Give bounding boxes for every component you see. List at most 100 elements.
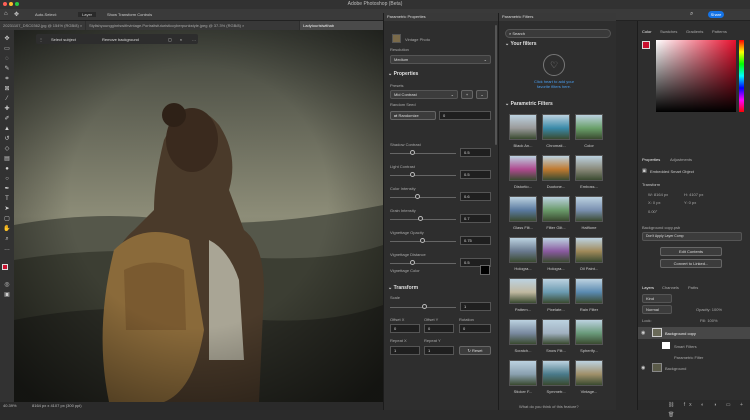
repeat-x-input[interactable]: 1 — [390, 346, 420, 355]
seed-input[interactable]: 0 — [439, 111, 491, 120]
panel-scrollbar[interactable] — [495, 25, 497, 145]
canvas-image[interactable] — [14, 30, 383, 402]
eye-icon[interactable]: ◉ — [641, 365, 645, 371]
offset-y-input[interactable]: 0 — [424, 324, 454, 333]
move-icon[interactable]: ✥ — [3, 36, 11, 42]
slider-knob[interactable] — [418, 216, 424, 221]
filter-label[interactable]: Snow Filt... — [540, 348, 572, 353]
convert-linked-button[interactable]: Convert to Linked... — [660, 259, 722, 268]
tab-channels[interactable]: Channels — [662, 285, 679, 290]
filter-thumbnail[interactable] — [509, 278, 537, 304]
quick-mask-icon[interactable]: ◎ — [3, 282, 11, 288]
zoom-level[interactable]: 40.39% — [3, 402, 17, 410]
doc-tab-active[interactable]: Ladytouristwithab — [300, 21, 383, 30]
search-icon[interactable]: ⌕ — [690, 11, 693, 18]
remove-background-button[interactable]: Remove background — [102, 37, 139, 42]
filter-label[interactable]: Hologra... — [507, 266, 539, 271]
gradient-icon[interactable]: ▤ — [3, 156, 11, 162]
filter-label[interactable]: Spherify... — [573, 348, 605, 353]
filter-thumbnail[interactable] — [542, 278, 570, 304]
frame-icon[interactable]: ⊠ — [3, 86, 11, 92]
filter-label[interactable]: Symmetr... — [540, 389, 572, 394]
tab-properties[interactable]: Properties — [642, 157, 660, 162]
add-preset-button[interactable]: + — [461, 90, 473, 99]
lasso-icon[interactable]: ◌ — [3, 56, 11, 62]
quick-select-icon[interactable]: ✎ — [3, 66, 11, 72]
feedback-link[interactable]: What do you think of this feature? — [519, 404, 579, 409]
layer-name[interactable]: Background copy — [665, 331, 696, 336]
filter-thumbnail[interactable] — [542, 360, 570, 386]
filter-thumbnail[interactable] — [509, 155, 537, 181]
filter-thumbnail[interactable] — [575, 319, 603, 345]
edit-contents-button[interactable]: Edit Contents — [660, 247, 722, 256]
marquee-icon[interactable]: ▭ — [3, 46, 11, 52]
filter-thumbnail[interactable] — [509, 196, 537, 222]
auto-select-label[interactable]: Auto-Select: — [35, 12, 57, 17]
share-button[interactable]: Share — [708, 11, 724, 18]
more-tools-icon[interactable]: … — [3, 246, 11, 252]
scale-input[interactable]: 1 — [460, 302, 491, 311]
ellipsis-icon[interactable]: … — [192, 37, 196, 42]
tab-swatches[interactable]: Swatches — [660, 29, 677, 34]
dodge-icon[interactable]: ○ — [3, 176, 11, 182]
slider-track[interactable] — [390, 263, 456, 264]
filter-label[interactable]: Duotone... — [540, 184, 572, 189]
slider-knob[interactable] — [420, 238, 426, 243]
tab-gradients[interactable]: Gradients — [686, 29, 703, 34]
filter-label[interactable]: Vintage... — [573, 389, 605, 394]
filter-label[interactable]: Filter Glit... — [540, 225, 572, 230]
parametric-filter-label[interactable]: Parametric Filter — [674, 355, 703, 360]
tab-paths[interactable]: Paths — [688, 285, 698, 290]
more-options-icon[interactable]: ▢ — [168, 37, 172, 42]
h-value[interactable]: H: 4107 px — [684, 192, 703, 197]
filter-label[interactable]: Hologra... — [540, 266, 572, 271]
screen-mode-icon[interactable]: ▣ — [3, 292, 11, 298]
eye-icon[interactable]: ◉ — [641, 330, 645, 336]
repeat-y-input[interactable]: 1 — [424, 346, 454, 355]
your-filters-section[interactable]: ⌄ Your filters — [505, 41, 537, 47]
type-icon[interactable]: T — [3, 196, 11, 202]
slider-track[interactable] — [390, 153, 456, 154]
filter-thumbnail[interactable] — [542, 237, 570, 263]
randomize-button[interactable]: ⇄ Randomize — [390, 111, 436, 120]
fg-color-swatch[interactable] — [642, 41, 650, 49]
slider-value-input[interactable]: 0.75 — [460, 236, 491, 245]
filter-thumbnail[interactable] — [509, 360, 537, 386]
slider-track[interactable] — [390, 175, 456, 176]
layer-select[interactable]: Layer — [78, 12, 97, 17]
pen-icon[interactable]: ✒ — [3, 186, 11, 192]
filter-label[interactable]: Black An... — [507, 143, 539, 148]
preset-menu-button[interactable]: ⌄ — [476, 90, 488, 99]
zoom-icon[interactable]: ⌕ — [3, 236, 11, 242]
slider-value-input[interactable]: 0.5 — [460, 170, 491, 179]
tab-color[interactable]: Color — [642, 29, 652, 34]
blur-icon[interactable]: ● — [3, 166, 11, 172]
search-input[interactable]: ⌕ Search — [505, 29, 611, 38]
filter-thumbnail[interactable] — [542, 196, 570, 222]
filter-thumbnail[interactable] — [509, 114, 537, 140]
home-icon[interactable]: ⌂ — [4, 11, 8, 17]
filter-label[interactable]: Pattern... — [507, 307, 539, 312]
eraser-icon[interactable]: ◇ — [3, 146, 11, 152]
hue-slider[interactable] — [739, 40, 744, 112]
drag-handle-icon[interactable]: ⋮ — [39, 37, 43, 42]
color-field[interactable] — [656, 40, 736, 112]
slider-knob[interactable] — [409, 172, 415, 177]
history-brush-icon[interactable]: ↺ — [3, 136, 11, 142]
slider-value-input[interactable]: 0.6 — [460, 192, 491, 201]
smart-filters-label[interactable]: Smart Filters — [674, 344, 697, 349]
properties-section[interactable]: ⌄ Properties — [388, 71, 418, 77]
offset-x-input[interactable]: 0 — [390, 324, 420, 333]
filter-thumbnail[interactable] — [575, 278, 603, 304]
filter-thumbnail[interactable] — [509, 237, 537, 263]
tab-adjustments[interactable]: Adjustments — [670, 157, 692, 162]
w-value[interactable]: W: 8164 px — [648, 192, 668, 197]
reset-button[interactable]: ↻ Reset — [459, 346, 491, 355]
doc-tab[interactable]: 20231107_DSC0362.jpg @ 154% (RGB/8) × — [0, 21, 85, 30]
filter-label[interactable]: Oil Paint... — [573, 266, 605, 271]
stamp-icon[interactable]: ▲ — [3, 126, 11, 132]
tab-patterns[interactable]: Patterns — [712, 29, 727, 34]
foreground-color-swatch[interactable] — [2, 264, 8, 270]
filter-label[interactable]: Rain Filter — [573, 307, 605, 312]
doc-info[interactable]: 8164 px x 4107 px (300 ppi) — [32, 402, 82, 410]
